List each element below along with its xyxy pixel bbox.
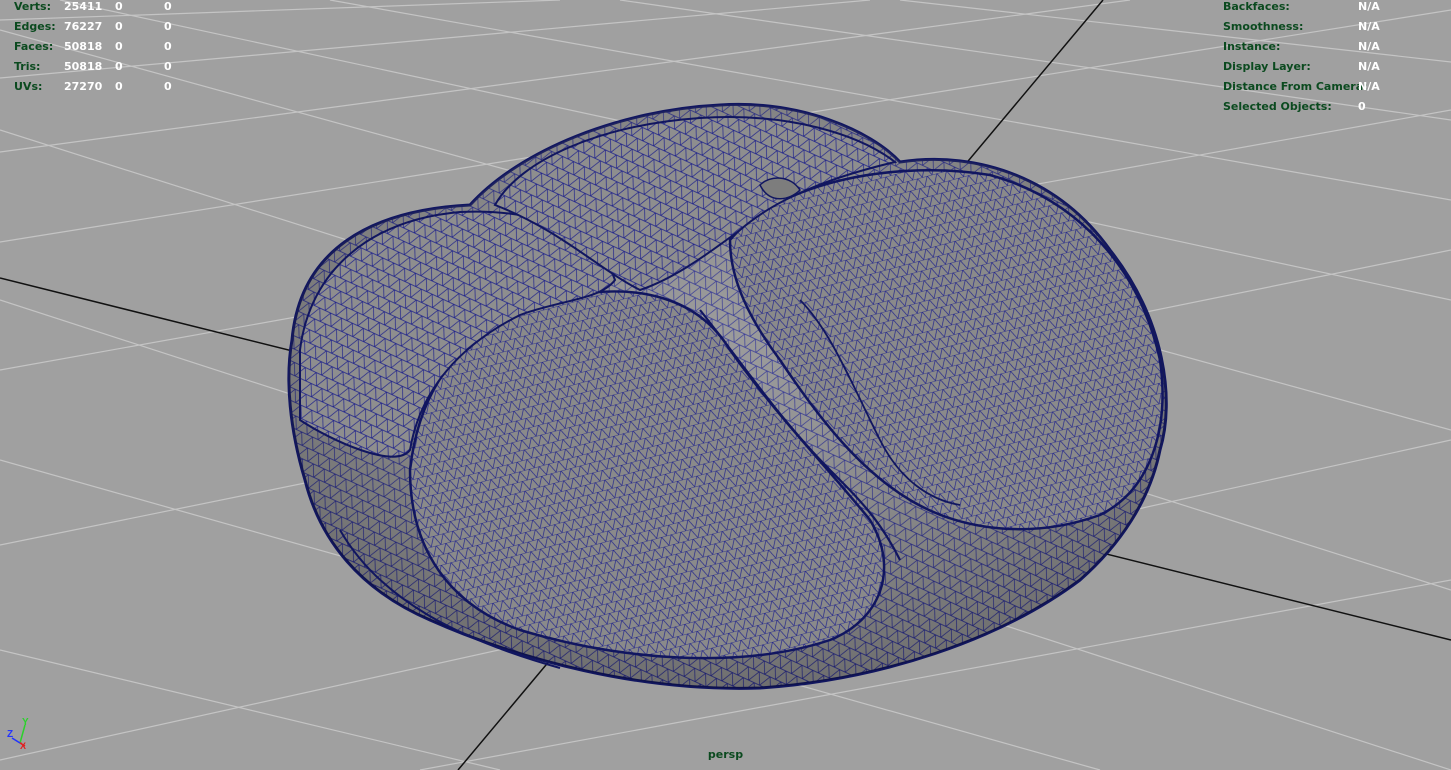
wireframe-mesh-object <box>287 102 1168 690</box>
detail-row-selected-objects: Selected Objects: 0 <box>1223 97 1451 117</box>
detail-label: Instance: <box>1223 40 1281 53</box>
detail-value: N/A <box>1358 0 1380 13</box>
camera-name-label: persp <box>707 748 744 761</box>
stat-row-uvs: UVs: 27270 0 0 <box>14 77 214 97</box>
stat-row-tris: Tris: 50818 0 0 <box>14 57 214 77</box>
detail-row-smoothness: Smoothness: N/A <box>1223 17 1451 37</box>
detail-value: N/A <box>1358 60 1380 73</box>
stat-value-selected: 0 <box>115 60 123 73</box>
stat-value-selected: 0 <box>115 0 123 13</box>
stat-value-total: 50818 <box>64 60 103 73</box>
z-axis-label: Z <box>7 729 13 740</box>
detail-label: Distance From Camera: <box>1223 80 1368 93</box>
stat-label: Faces: <box>14 40 54 53</box>
detail-row-distance-from-camera: Distance From Camera: N/A <box>1223 77 1451 97</box>
detail-label: Display Layer: <box>1223 60 1311 73</box>
poly-count-stats: Verts: 25411 0 0 Edges: 76227 0 0 Faces:… <box>14 0 214 97</box>
stat-value-other: 0 <box>164 0 172 13</box>
detail-label: Backfaces: <box>1223 0 1290 13</box>
stat-value-total: 25411 <box>64 0 103 13</box>
stat-value-total: 50818 <box>64 40 103 53</box>
detail-value: N/A <box>1358 80 1380 93</box>
detail-label: Smoothness: <box>1223 20 1304 33</box>
detail-value: 0 <box>1358 100 1366 113</box>
stat-label: Edges: <box>14 20 56 33</box>
detail-label: Selected Objects: <box>1223 100 1332 113</box>
x-axis-label: X <box>20 741 26 751</box>
y-axis-label: Y <box>22 717 29 728</box>
stat-value-selected: 0 <box>115 80 123 93</box>
stat-row-edges: Edges: 76227 0 0 <box>14 17 214 37</box>
detail-value: N/A <box>1358 20 1380 33</box>
stat-value-total: 27270 <box>64 80 103 93</box>
stat-value-total: 76227 <box>64 20 103 33</box>
detail-row-display-layer: Display Layer: N/A <box>1223 57 1451 77</box>
stat-value-selected: 0 <box>115 20 123 33</box>
stat-label: UVs: <box>14 80 43 93</box>
stat-value-other: 0 <box>164 40 172 53</box>
detail-value: N/A <box>1358 40 1380 53</box>
axis-orientation-gizmo: Y Z X <box>7 717 29 751</box>
stat-value-other: 0 <box>164 20 172 33</box>
detail-row-backfaces: Backfaces: N/A <box>1223 0 1451 17</box>
stat-label: Tris: <box>14 60 41 73</box>
object-details-hud: Backfaces: N/A Smoothness: N/A Instance:… <box>1223 0 1451 117</box>
stat-value-other: 0 <box>164 80 172 93</box>
stat-row-faces: Faces: 50818 0 0 <box>14 37 214 57</box>
stat-label: Verts: <box>14 0 52 13</box>
stat-row-verts: Verts: 25411 0 0 <box>14 0 214 17</box>
detail-row-instance: Instance: N/A <box>1223 37 1451 57</box>
stat-value-other: 0 <box>164 60 172 73</box>
stat-value-selected: 0 <box>115 40 123 53</box>
